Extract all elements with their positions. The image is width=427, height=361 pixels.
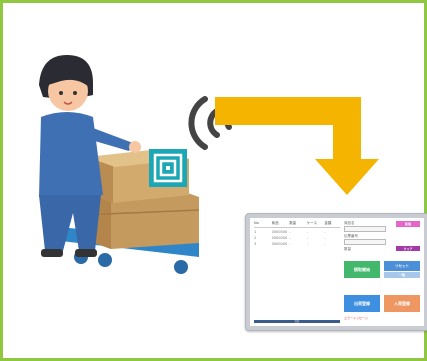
- item-name-field[interactable]: [344, 226, 386, 232]
- cell: -: [306, 236, 309, 240]
- header-item: 商品: [271, 221, 279, 225]
- cell: -: [289, 242, 291, 246]
- table-row[interactable]: 1 0000000000 - - -: [254, 230, 340, 234]
- shipping-button[interactable]: 出荷登録: [344, 295, 380, 312]
- table-header: No 商品 数量 ケース 金額: [254, 221, 340, 228]
- header-no: No: [254, 221, 259, 225]
- cell: 0000000000: [271, 242, 288, 246]
- cell: -: [289, 236, 291, 240]
- cell: 2: [254, 236, 257, 240]
- cell: -: [324, 230, 326, 234]
- header-qty: 数量: [289, 221, 297, 225]
- error-message: エラーメッセージ: [344, 316, 368, 320]
- header-amount: 金額: [324, 221, 332, 225]
- cell: -: [306, 230, 309, 234]
- elbow-arrow-down-icon: [215, 97, 379, 195]
- list-button[interactable]: 一覧: [384, 272, 420, 278]
- tablet-screen: No 商品 数量 ケース 金額 1 0000000000 - - - 2 000…: [250, 218, 424, 326]
- header-case: ケース: [306, 221, 318, 225]
- cell: -: [324, 236, 326, 240]
- tablet-device: No 商品 数量 ケース 金額 1 0000000000 - - - 2 000…: [245, 213, 427, 331]
- table-row[interactable]: 2 0000000000 - - -: [254, 236, 340, 240]
- cell: 0000000000: [271, 236, 288, 240]
- item-table: No 商品 数量 ケース 金額 1 0000000000 - - - 2 000…: [254, 221, 340, 317]
- cell: -: [289, 230, 291, 234]
- reset-button[interactable]: リセット: [384, 261, 420, 271]
- table-row[interactable]: 3 0000000000 - - -: [254, 242, 340, 246]
- receiving-button[interactable]: 入荷登録: [384, 295, 420, 312]
- cell: -: [324, 242, 326, 246]
- cell: 3: [254, 242, 257, 246]
- clear-button[interactable]: クリア: [396, 246, 420, 251]
- rfid-tag-icon: [149, 149, 187, 187]
- cell: 1: [254, 230, 257, 234]
- worker-pushing-cart-icon: [39, 55, 200, 274]
- start-read-button[interactable]: 読取開始: [344, 261, 380, 278]
- control-panel: 商品名 伝票番号 数量 新規 クリア 読取開始 リセット 一覧 出荷登録 入荷登…: [344, 221, 421, 323]
- slip-number-field[interactable]: [344, 239, 386, 245]
- cell: -: [306, 242, 309, 246]
- illustration-frame: No 商品 数量 ケース 金額 1 0000000000 - - - 2 000…: [0, 0, 427, 361]
- cell: 0000000000: [271, 230, 288, 234]
- table-footer: 合計: [254, 320, 340, 323]
- new-button[interactable]: 新規: [396, 221, 420, 227]
